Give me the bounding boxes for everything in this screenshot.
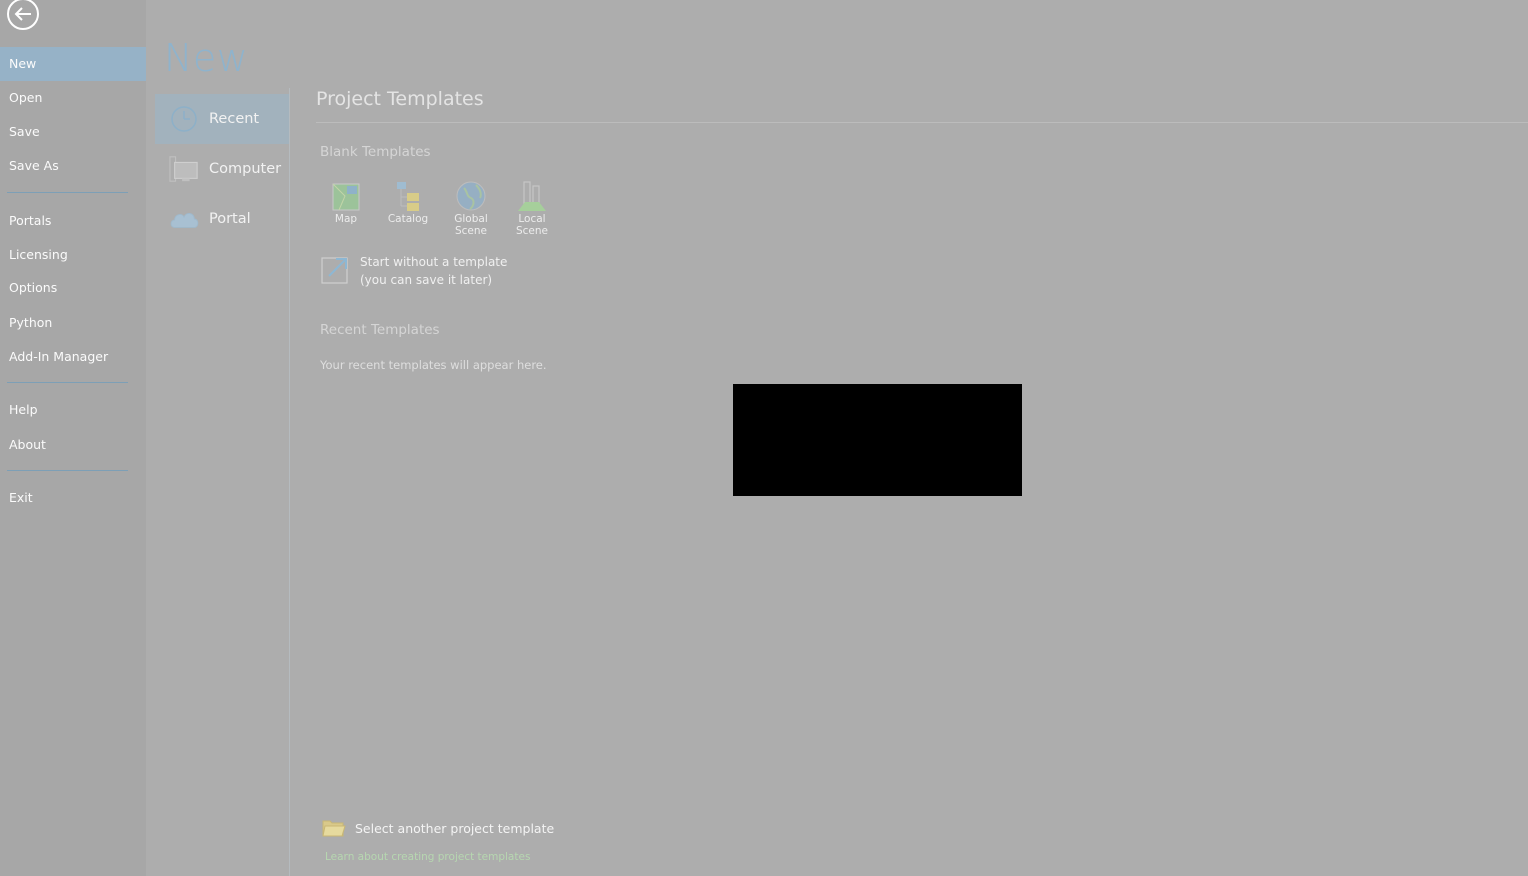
nav-about[interactable]: About xyxy=(0,428,146,462)
subnav-recent[interactable]: Recent xyxy=(155,94,289,144)
nav-save[interactable]: Save xyxy=(0,115,146,149)
nav-separator xyxy=(7,382,128,383)
nav-help[interactable]: Help xyxy=(0,393,146,427)
panel-divider xyxy=(289,88,290,876)
template-map[interactable]: Map xyxy=(318,180,374,225)
project-templates-title: Project Templates xyxy=(316,88,484,110)
nav-new[interactable]: New xyxy=(0,47,146,81)
nav-licensing[interactable]: Licensing xyxy=(0,238,146,272)
start-blank-line1: Start without a template xyxy=(360,255,508,269)
new-project-arrow-icon xyxy=(320,254,350,286)
blank-templates-heading: Blank Templates xyxy=(320,144,431,160)
backstage-nav: New Open Save Save As Portals Licensing … xyxy=(0,0,146,876)
start-without-template[interactable]: Start without a template (you can save i… xyxy=(320,254,507,289)
template-global-scene[interactable]: Global Scene xyxy=(443,180,499,237)
catalog-icon xyxy=(393,180,423,212)
folder-icon xyxy=(322,817,346,839)
cloud-icon xyxy=(169,204,199,234)
nav-add-in-manager[interactable]: Add-In Manager xyxy=(0,340,146,374)
nav-separator xyxy=(7,192,128,193)
template-catalog[interactable]: Catalog xyxy=(380,180,436,225)
subnav-recent-label: Recent xyxy=(209,111,260,127)
start-blank-line2: (you can save it later) xyxy=(360,272,493,287)
local-scene-icon xyxy=(517,180,547,212)
clock-icon xyxy=(169,104,199,134)
recent-templates-heading: Recent Templates xyxy=(320,322,440,338)
subnav-portal[interactable]: Portal xyxy=(155,194,289,244)
select-another-template-label: Select another project template xyxy=(355,820,555,836)
back-arrow-icon[interactable] xyxy=(6,0,40,31)
globe-icon xyxy=(456,180,486,212)
title-rule xyxy=(316,122,1528,123)
subnav-portal-label: Portal xyxy=(209,211,251,227)
map-icon xyxy=(331,180,361,212)
template-map-label: Map xyxy=(334,213,358,225)
redacted-region xyxy=(733,384,1022,496)
nav-exit[interactable]: Exit xyxy=(0,481,146,515)
template-local-scene-label: Local Scene xyxy=(515,213,548,237)
subnav-computer[interactable]: Computer xyxy=(155,144,289,194)
page-title: New xyxy=(164,36,249,80)
select-another-template-button[interactable]: Select another project template xyxy=(322,817,554,839)
nav-portals[interactable]: Portals xyxy=(0,204,146,238)
learn-templates-link[interactable]: Learn about creating project templates xyxy=(325,851,530,863)
recent-templates-note: Your recent templates will appear here. xyxy=(320,358,547,372)
template-global-scene-label: Global Scene xyxy=(454,213,488,237)
nav-save-as[interactable]: Save As xyxy=(0,149,146,183)
nav-separator xyxy=(7,470,128,471)
template-local-scene[interactable]: Local Scene xyxy=(504,180,560,237)
nav-options[interactable]: Options xyxy=(0,271,146,305)
computer-icon xyxy=(169,154,199,184)
new-subnav: Recent Computer Portal xyxy=(155,94,289,244)
nav-python[interactable]: Python xyxy=(0,306,146,340)
template-catalog-label: Catalog xyxy=(387,213,429,225)
subnav-computer-label: Computer xyxy=(209,161,282,177)
nav-open[interactable]: Open xyxy=(0,81,146,115)
